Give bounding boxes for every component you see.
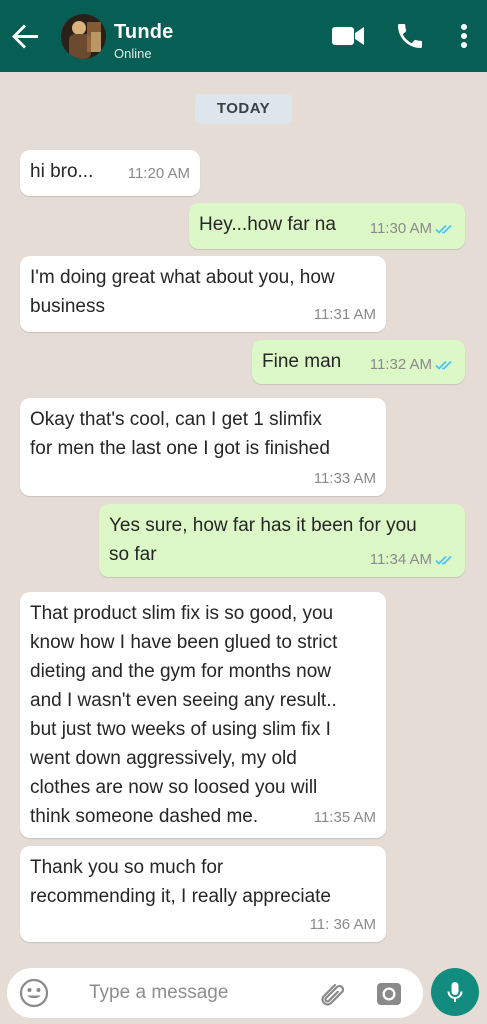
paperclip-icon bbox=[321, 983, 345, 1006]
message-line: That product slim fix is so good, you bbox=[30, 603, 334, 624]
message-line: and I wasn't even seeing any result.. bbox=[30, 690, 337, 711]
double-check-icon bbox=[435, 555, 452, 565]
message-text: hi bro... bbox=[30, 161, 94, 182]
more-options-button[interactable] bbox=[452, 20, 476, 52]
message-line: business bbox=[30, 296, 105, 317]
message-time: 11:20 AM bbox=[127, 165, 190, 182]
contact-name[interactable]: Tunde bbox=[114, 21, 174, 44]
back-arrow-icon bbox=[12, 24, 38, 49]
incoming-message[interactable]: That product slim fix is so good, you kn… bbox=[20, 592, 386, 838]
message-line: went down aggressively, my old bbox=[30, 748, 297, 769]
message-line: think someone dashed me. bbox=[30, 806, 259, 827]
phone-icon bbox=[398, 24, 422, 48]
contact-avatar[interactable] bbox=[61, 14, 106, 59]
message-text: Fine man bbox=[262, 351, 342, 372]
message-time: 11:33 AM bbox=[313, 470, 376, 487]
emoji-icon bbox=[19, 978, 49, 1008]
message-input-container[interactable] bbox=[7, 968, 423, 1018]
camera-icon bbox=[377, 983, 401, 1005]
message-line: I'm doing great what about you, how bbox=[30, 267, 335, 288]
attach-button[interactable] bbox=[315, 978, 347, 1010]
message-time: 11: 36 AM bbox=[309, 916, 376, 933]
contact-status: Online bbox=[114, 46, 152, 61]
video-camera-icon bbox=[332, 27, 364, 45]
voice-call-button[interactable] bbox=[394, 20, 426, 52]
camera-button[interactable] bbox=[375, 980, 403, 1008]
message-time: 11:32 AM bbox=[369, 356, 432, 373]
message-time: 11:31 AM bbox=[313, 306, 376, 323]
incoming-message[interactable]: hi bro... 11:20 AM bbox=[20, 150, 200, 196]
outgoing-message[interactable]: Hey...how far na 11:30 AM bbox=[189, 203, 465, 249]
message-time: 11:34 AM bbox=[369, 551, 432, 568]
message-time: 11:30 AM bbox=[369, 220, 432, 237]
video-call-button[interactable] bbox=[330, 20, 366, 52]
outgoing-message[interactable]: Yes sure, how far has it been for you so… bbox=[99, 504, 465, 577]
date-separator: TODAY bbox=[195, 94, 292, 124]
back-button[interactable] bbox=[8, 18, 44, 54]
outgoing-message[interactable]: Fine man 11:32 AM bbox=[252, 340, 465, 384]
incoming-message[interactable]: Okay that's cool, can I get 1 slimfix fo… bbox=[20, 398, 386, 496]
chat-header: Tunde Online bbox=[0, 0, 487, 72]
message-time: 11:35 AM bbox=[313, 809, 376, 826]
voice-message-button[interactable] bbox=[431, 968, 479, 1016]
chat-area[interactable]: TODAY hi bro... 11:20 AM Hey...how far n… bbox=[0, 72, 487, 962]
message-text: Hey...how far na bbox=[199, 214, 336, 235]
message-line: but just two weeks of using slim fix I bbox=[30, 719, 331, 740]
message-line: know how I have been glued to strict bbox=[30, 632, 338, 653]
double-check-icon bbox=[435, 224, 452, 234]
composer-bar bbox=[0, 962, 487, 1024]
more-vert-icon bbox=[461, 24, 467, 48]
incoming-message[interactable]: I'm doing great what about you, how busi… bbox=[20, 256, 386, 332]
message-line: recommending it, I really appreciate bbox=[30, 886, 331, 907]
message-line: Yes sure, how far has it been for you bbox=[109, 515, 417, 536]
double-check-icon bbox=[435, 360, 452, 370]
message-line: Thank you so much for bbox=[30, 857, 224, 878]
message-line: clothes are now so loosed you will bbox=[30, 777, 318, 798]
emoji-button[interactable] bbox=[19, 978, 49, 1008]
message-line: for men the last one I got is finished bbox=[30, 438, 330, 459]
incoming-message[interactable]: Thank you so much for recommending it, I… bbox=[20, 846, 386, 942]
message-input[interactable] bbox=[89, 978, 289, 1008]
message-line: dieting and the gym for months now bbox=[30, 661, 332, 682]
mic-icon bbox=[447, 982, 463, 1002]
message-line: Okay that's cool, can I get 1 slimfix bbox=[30, 409, 322, 430]
